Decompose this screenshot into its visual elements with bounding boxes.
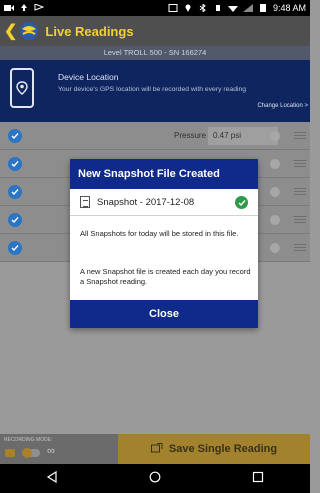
drag-handle-icon[interactable] bbox=[294, 216, 306, 223]
bottom-bar: RECORDING MODE: ∞ Save Single Reading bbox=[0, 434, 310, 464]
page-title: Live Readings bbox=[45, 23, 134, 39]
app-logo-icon bbox=[19, 21, 39, 41]
recording-mode: RECORDING MODE: ∞ bbox=[0, 434, 118, 464]
change-location-link[interactable]: Change Location > bbox=[257, 103, 308, 109]
wifi-icon bbox=[227, 4, 238, 12]
back-triangle-icon[interactable] bbox=[46, 470, 58, 488]
close-button[interactable]: Close bbox=[70, 300, 258, 328]
phone-location-icon bbox=[10, 68, 34, 108]
check-icon[interactable] bbox=[8, 213, 22, 227]
recording-mode-toggle[interactable] bbox=[22, 448, 40, 458]
save-single-reading-button[interactable]: Save Single Reading bbox=[118, 434, 310, 464]
dialog-message: A new Snapshot file is created each day … bbox=[80, 267, 251, 286]
location-description: Your device's GPS location will be recor… bbox=[58, 86, 247, 93]
recording-mode-label: RECORDING MODE: bbox=[4, 437, 53, 443]
lock-icon bbox=[270, 215, 280, 225]
check-icon[interactable] bbox=[8, 185, 22, 199]
battery-icon bbox=[258, 4, 268, 12]
save-reading-icon bbox=[150, 442, 163, 456]
document-icon bbox=[80, 196, 90, 208]
snapshot-file-name: Snapshot - 2017-12-08 bbox=[97, 196, 195, 208]
check-icon[interactable] bbox=[8, 129, 22, 143]
infinity-icon: ∞ bbox=[47, 445, 55, 457]
nfc-icon bbox=[168, 4, 178, 12]
flag-icon bbox=[34, 3, 45, 12]
check-icon[interactable] bbox=[8, 241, 22, 255]
back-chevron-icon[interactable]: ❮ bbox=[4, 21, 17, 41]
bluetooth-icon bbox=[198, 2, 208, 14]
clock: 9:48 AM bbox=[272, 3, 306, 13]
app-bar: ❮ Live Readings bbox=[0, 16, 310, 46]
snapshot-dialog: New Snapshot File Created Snapshot - 201… bbox=[70, 159, 258, 328]
location-icon bbox=[183, 4, 193, 12]
upload-icon bbox=[19, 4, 29, 12]
dialog-message: All Snapshots for today will be stored i… bbox=[80, 229, 239, 238]
reading-row[interactable]: Pressure 0.47 psi bbox=[0, 122, 310, 150]
parameter-label: Pressure bbox=[174, 131, 207, 140]
device-location-panel: Device Location Your device's GPS locati… bbox=[0, 60, 310, 122]
reading-value: 0.47 psi bbox=[208, 127, 278, 145]
dialog-title: New Snapshot File Created bbox=[70, 159, 258, 189]
checkmark-icon bbox=[235, 196, 248, 209]
drag-handle-icon[interactable] bbox=[294, 244, 306, 251]
drag-handle-icon[interactable] bbox=[294, 132, 306, 139]
device-label: Level TROLL 500 - SN 166274 bbox=[0, 46, 310, 60]
lock-icon bbox=[270, 243, 280, 253]
lock-icon bbox=[270, 131, 280, 141]
location-title: Device Location bbox=[58, 72, 119, 82]
recents-square-icon[interactable] bbox=[252, 470, 264, 488]
check-icon[interactable] bbox=[8, 157, 22, 171]
home-circle-icon[interactable] bbox=[149, 470, 161, 488]
camera-icon bbox=[5, 449, 15, 457]
drag-handle-icon[interactable] bbox=[294, 188, 306, 195]
drag-handle-icon[interactable] bbox=[294, 160, 306, 167]
system-nav-bar bbox=[0, 464, 310, 493]
status-bar: 9:48 AM bbox=[0, 0, 310, 16]
lock-icon bbox=[270, 159, 280, 169]
vibrate-icon bbox=[213, 4, 223, 12]
video-icon bbox=[4, 4, 14, 12]
lock-icon bbox=[270, 187, 280, 197]
signal-icon bbox=[242, 4, 253, 12]
snapshot-file-row: Snapshot - 2017-12-08 bbox=[70, 189, 258, 216]
save-button-label: Save Single Reading bbox=[168, 443, 278, 455]
